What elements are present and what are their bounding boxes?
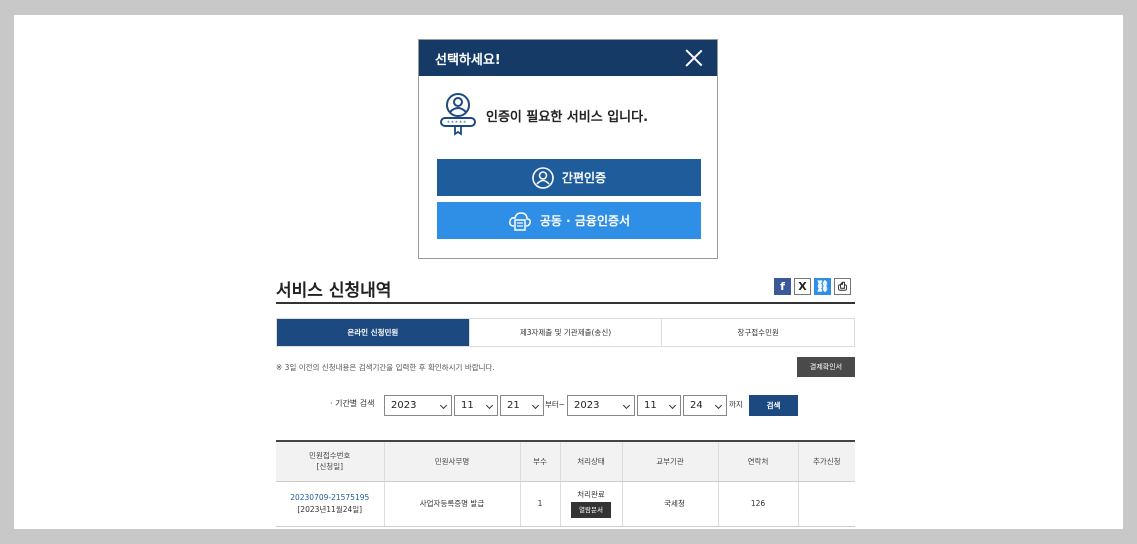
auth-required-message: 인증이 필요한 서비스 입니다.	[486, 109, 649, 125]
header-receipt-date-label: [신청일]	[316, 462, 344, 472]
cloud-certificate-icon	[508, 211, 531, 231]
view-document-button[interactable]: 열람문서	[571, 502, 611, 519]
certificate-user-icon: * * * * *	[440, 93, 476, 136]
service-tabs: 온라인 신청민원 제3자제출 및 기관제출(송신) 창구접수민원	[276, 318, 855, 347]
link-icon[interactable]: ⛓	[814, 278, 831, 295]
receipt-date: [2023년11월24일]	[297, 504, 363, 514]
auth-modal: 선택하세요! * * * * * 인증이 필요한 서비스 입니다. 간편인증 공…	[418, 39, 718, 259]
table-header-row: 민원접수번호 [신청일] 민원사무명 부수 처리상태 교부기관 연락처 추가신청	[276, 440, 855, 482]
svg-text:* * * * *: * * * * *	[447, 121, 466, 127]
to-month-select[interactable]: 11	[637, 395, 681, 416]
applications-table: 민원접수번호 [신청일] 민원사무명 부수 처리상태 교부기관 연락처 추가신청…	[276, 440, 855, 527]
header-task-name: 민원사무명	[383, 440, 520, 482]
title-divider	[276, 302, 855, 304]
to-suffix: 까지	[729, 400, 743, 409]
header-receipt-number: 민원접수번호 [신청일]	[276, 440, 384, 482]
from-suffix: 부터~	[545, 400, 566, 409]
auth-message-row: * * * * * 인증이 필요한 서비스 입니다.	[419, 76, 717, 154]
from-year-select[interactable]: 2023	[384, 395, 452, 416]
header-status: 처리상태	[559, 440, 622, 482]
from-day-select[interactable]: 21	[500, 395, 544, 416]
modal-header: 선택하세요!	[419, 40, 717, 76]
header-contact: 연락처	[717, 440, 798, 482]
tab-counter-applications[interactable]: 창구접수민원	[661, 319, 854, 346]
cell-task-name: 사업자등록증명 발급	[383, 481, 520, 527]
receipt-number-link[interactable]: 20230709-21575195	[290, 493, 369, 502]
page-canvas: 선택하세요! * * * * * 인증이 필요한 서비스 입니다. 간편인증 공…	[14, 15, 1123, 529]
tab-online-applications[interactable]: 온라인 신청민원	[277, 319, 469, 346]
cell-receipt-number: 20230709-21575195 [2023년11월24일]	[276, 481, 384, 527]
period-filter: · 기간별 검색 2023 11 21 부터~ 2023 11 24 까지 검색	[276, 391, 855, 420]
to-year-select[interactable]: 2023	[567, 395, 635, 416]
modal-title: 선택하세요!	[435, 52, 501, 68]
facebook-icon[interactable]: f	[774, 278, 791, 295]
header-copies: 부수	[519, 440, 560, 482]
header-extra-request: 추가신청	[797, 440, 855, 482]
print-icon[interactable]: ⎙	[834, 278, 851, 295]
page-title: 서비스 신청내역	[276, 281, 392, 301]
certificate-auth-button[interactable]: 공동 · 금융인증서	[437, 202, 701, 239]
search-notice: ※ 3일 이전의 신청내용은 검색기간을 입력한 후 확인하시기 바랍니다.	[276, 363, 495, 372]
simple-auth-button[interactable]: 간편인증	[437, 159, 701, 196]
status-text: 처리완료	[577, 489, 605, 499]
from-month-select[interactable]: 11	[454, 395, 498, 416]
close-icon[interactable]	[685, 49, 703, 67]
payment-confirmation-button[interactable]: 결제확인서	[797, 357, 855, 377]
simple-auth-label: 간편인증	[561, 171, 607, 185]
cell-agency: 국세청	[621, 481, 718, 527]
header-agency: 교부기관	[621, 440, 718, 482]
search-button[interactable]: 검색	[749, 395, 798, 416]
to-day-select[interactable]: 24	[683, 395, 727, 416]
x-icon[interactable]: X	[794, 278, 811, 295]
certificate-auth-label: 공동 · 금융인증서	[539, 214, 631, 228]
header-receipt-no-label: 민원접수번호	[309, 451, 351, 460]
cell-contact: 126	[717, 481, 798, 527]
user-circle-icon	[532, 166, 554, 189]
cell-extra-request	[797, 481, 855, 527]
table-row: 20230709-21575195 [2023년11월24일] 사업자등록증명 …	[276, 481, 855, 527]
period-filter-label: · 기간별 검색	[330, 399, 375, 408]
share-toolbar: f X ⛓ ⎙	[774, 278, 851, 295]
tab-third-party-submission[interactable]: 제3자제출 및 기관제출(송신)	[468, 319, 662, 346]
cell-copies: 1	[519, 481, 560, 527]
cell-status: 처리완료 열람문서	[559, 481, 622, 527]
